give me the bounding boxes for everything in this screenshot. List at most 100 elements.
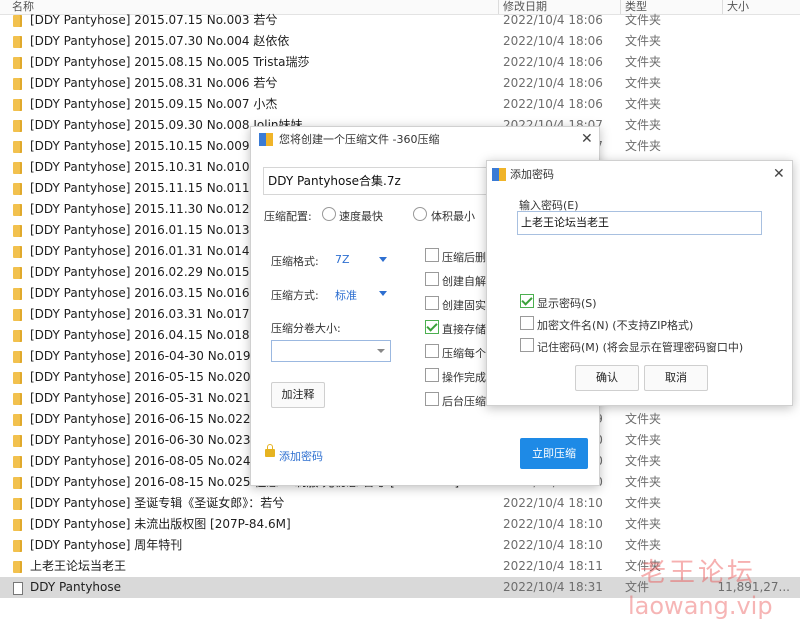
password-option-label: 记住密码(M) (将会显示在管理密码窗口中) (537, 341, 744, 354)
row-type: 文件夹 (625, 118, 662, 132)
folder-icon (13, 36, 22, 48)
option-checkbox[interactable] (425, 320, 439, 334)
table-row[interactable]: [DDY Pantyhose] 未流出版权图 [207P-84.6M] 2022/… (0, 514, 800, 535)
folder-icon (13, 246, 22, 258)
app-icon (259, 133, 273, 146)
radio-small[interactable] (413, 207, 427, 221)
option-checkbox[interactable] (425, 296, 439, 310)
archive-name-field[interactable]: DDY Pantyhose合集.7z (263, 167, 491, 195)
folder-icon (13, 99, 22, 111)
table-row[interactable]: [DDY Pantyhose] 2015.07.30 No.004 赵依依 202… (0, 31, 800, 52)
compress-now-button[interactable]: 立即压缩 (520, 438, 588, 469)
option-checkbox[interactable] (425, 368, 439, 382)
add-password-link[interactable]: 添加密码 (279, 448, 323, 464)
row-date: 2022/10/4 18:10 (503, 496, 603, 510)
watermark-text: 老王论坛 (640, 558, 757, 588)
close-icon[interactable]: ✕ (773, 167, 785, 181)
row-date: 2022/10/4 18:06 (503, 97, 603, 111)
option-checkbox[interactable] (425, 344, 439, 358)
option-checkbox[interactable] (425, 392, 439, 406)
method-select[interactable]: 标准 (335, 287, 357, 303)
folder-icon (13, 204, 22, 216)
row-type: 文件夹 (625, 76, 662, 90)
row-type: 文件夹 (625, 97, 662, 111)
confirm-button[interactable]: 确认 (575, 365, 639, 391)
format-label: 压缩格式: (271, 255, 319, 268)
row-date: 2022/10/4 18:06 (503, 34, 603, 48)
password-option-checkbox[interactable] (520, 294, 534, 308)
row-date: 2022/10/4 18:06 (503, 13, 603, 27)
folder-icon (13, 162, 22, 174)
folder-icon (13, 456, 22, 468)
chevron-down-icon[interactable] (379, 291, 387, 296)
password-option-checkbox[interactable] (520, 316, 534, 330)
radio-fast-label: 速度最快 (339, 210, 383, 223)
password-dialog-titlebar[interactable]: 添加密码 ✕ (487, 161, 792, 188)
radio-small-label: 体积最小 (431, 210, 475, 223)
password-input[interactable]: 上老王论坛当老王 (517, 211, 762, 235)
close-icon[interactable]: ✕ (581, 132, 593, 146)
table-row[interactable]: [DDY Pantyhose] 圣诞专辑《圣诞女郎》：若兮 2022/10/4 1… (0, 493, 800, 514)
split-size-combo[interactable] (271, 340, 391, 362)
radio-fast[interactable] (322, 207, 336, 221)
row-type: 文件夹 (625, 13, 662, 27)
row-type: 文件夹 (625, 475, 662, 489)
file-icon (13, 582, 23, 595)
row-type: 文件夹 (625, 496, 662, 510)
folder-icon (13, 225, 22, 237)
row-name: [DDY Pantyhose] 2015.07.30 No.004 赵依依 (30, 34, 290, 48)
folder-icon (13, 288, 22, 300)
table-row[interactable]: [DDY Pantyhose] 2015.08.15 No.005 Trista… (0, 52, 800, 73)
row-date: 2022/10/4 18:10 (503, 538, 603, 552)
chevron-down-icon[interactable] (377, 349, 385, 353)
option-checkbox[interactable] (425, 248, 439, 262)
folder-icon (13, 414, 22, 426)
table-row[interactable]: [DDY Pantyhose] 2015.09.15 No.007 小杰 2022… (0, 94, 800, 115)
option-checkbox[interactable] (425, 272, 439, 286)
row-type: 文件夹 (625, 412, 662, 426)
cancel-button[interactable]: 取消 (644, 365, 708, 391)
folder-icon (13, 267, 22, 279)
row-type: 文件夹 (625, 433, 662, 447)
row-name: [DDY Pantyhose] 2015.09.15 No.007 小杰 (30, 97, 278, 111)
folder-icon (13, 519, 22, 531)
password-option-label: 加密文件名(N) (不支持ZIP格式) (537, 319, 694, 332)
app-icon (492, 168, 506, 181)
lock-icon (265, 444, 275, 457)
format-select[interactable]: 7Z (335, 253, 350, 266)
row-type: 文件夹 (625, 517, 662, 531)
folder-icon (13, 372, 22, 384)
row-name: [DDY Pantyhose] 2015.07.15 No.003 若兮 (30, 13, 278, 27)
folder-icon (13, 498, 22, 510)
password-dialog-title: 添加密码 (510, 168, 554, 181)
row-name: [DDY Pantyhose] 周年特刊 (30, 538, 183, 552)
folder-icon (13, 540, 22, 552)
folder-icon (13, 435, 22, 447)
folder-icon (13, 15, 22, 27)
compress-dialog-title: 您将创建一个压缩文件 -360压缩 (279, 133, 440, 146)
folder-icon (13, 477, 22, 489)
row-name: DDY Pantyhose (30, 580, 122, 594)
method-label: 压缩方式: (271, 289, 319, 302)
password-option-checkbox[interactable] (520, 338, 534, 352)
row-type: 文件夹 (625, 34, 662, 48)
split-label: 压缩分卷大小: (271, 322, 341, 335)
folder-icon (13, 141, 22, 153)
folder-icon (13, 57, 22, 69)
add-comment-button[interactable]: 加注释 (271, 382, 325, 408)
row-type: 文件夹 (625, 454, 662, 468)
folder-icon (13, 309, 22, 321)
chevron-down-icon[interactable] (379, 257, 387, 262)
folder-icon (13, 393, 22, 405)
row-date: 2022/10/4 18:11 (503, 559, 603, 573)
row-name: 上老王论坛当老王 (30, 559, 127, 573)
row-date: 2022/10/4 18:06 (503, 55, 603, 69)
table-row[interactable]: [DDY Pantyhose] 2015.07.15 No.003 若兮 2022… (0, 10, 800, 31)
folder-icon (13, 78, 22, 90)
table-row[interactable]: [DDY Pantyhose] 2015.08.31 No.006 若兮 2022… (0, 73, 800, 94)
compress-dialog-titlebar[interactable]: 您将创建一个压缩文件 -360压缩 ✕ (251, 127, 599, 153)
row-name: [DDY Pantyhose] 圣诞专辑《圣诞女郎》：若兮 (30, 496, 285, 510)
folder-icon (13, 561, 22, 573)
password-option-label: 显示密码(S) (537, 297, 597, 310)
row-date: 2022/10/4 18:31 (503, 580, 603, 594)
